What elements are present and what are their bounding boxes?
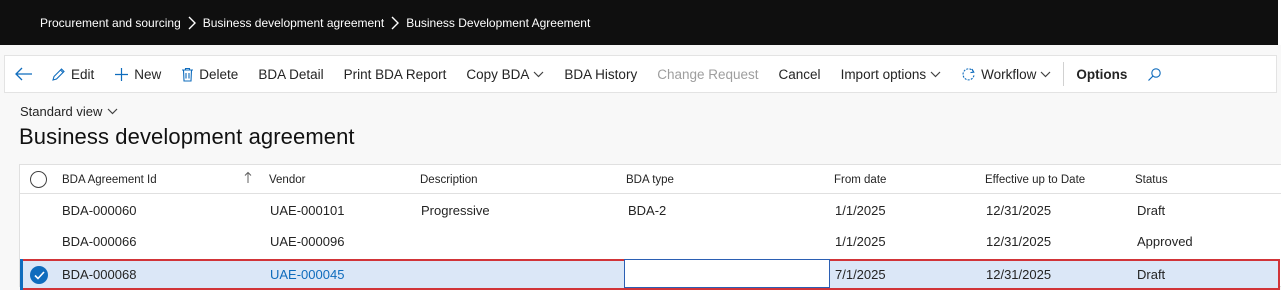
print-bda-report-button[interactable]: Print BDA Report: [334, 56, 457, 92]
cell-vendor-link[interactable]: UAE-000045: [270, 267, 344, 282]
view-label: Standard view: [20, 104, 103, 119]
column-header-vendor[interactable]: Vendor: [269, 174, 305, 186]
search-icon: [1147, 67, 1162, 82]
column-header-from-date[interactable]: From date: [834, 174, 886, 186]
view-selector[interactable]: Standard view: [20, 104, 118, 119]
cell-effective-date: 12/31/2025: [986, 234, 1052, 249]
chevron-down-icon: [533, 71, 544, 78]
bda-grid: BDA Agreement Id Vendor Description BDA …: [19, 164, 1281, 290]
table-row-selected[interactable]: BDA-000068 UAE-000045 7/1/2025 12/31/202…: [20, 259, 1280, 290]
delete-label: Delete: [199, 66, 239, 82]
trash-icon: [181, 67, 194, 82]
edit-button[interactable]: Edit: [41, 56, 104, 92]
cell-id: BDA-000066: [62, 234, 137, 249]
copy-bda-menu[interactable]: Copy BDA: [456, 56, 554, 92]
pencil-icon: [51, 67, 66, 82]
grid-header: BDA Agreement Id Vendor Description BDA …: [20, 165, 1281, 194]
cell-status: Draft: [1137, 203, 1166, 218]
chevron-right-icon: [384, 15, 406, 30]
new-button[interactable]: New: [104, 56, 171, 92]
cell-vendor: UAE-000101: [270, 203, 345, 218]
breadcrumb-bda-list[interactable]: Business development agreement: [203, 16, 384, 30]
cell-status: Draft: [1137, 267, 1166, 282]
arrow-left-icon: [15, 67, 33, 81]
workflow-label: Workflow: [981, 66, 1037, 82]
bda-history-button[interactable]: BDA History: [554, 56, 647, 92]
change-request-button[interactable]: Change Request: [647, 56, 768, 92]
toolbar-divider: [1063, 62, 1065, 86]
search-button[interactable]: [1137, 56, 1177, 92]
cell-description: Progressive: [421, 203, 490, 218]
cell-id: BDA-000068: [62, 267, 137, 282]
action-pane: Edit New Delete BDA Detail Print BDA Rep…: [4, 55, 1277, 93]
bda-detail-button[interactable]: BDA Detail: [248, 56, 333, 92]
cell-effective-date: 12/31/2025: [986, 267, 1052, 282]
breadcrumb-current[interactable]: Business Development Agreement: [406, 16, 590, 30]
cell-vendor: UAE-000096: [270, 234, 345, 249]
cell-effective-date: 12/31/2025: [986, 203, 1052, 218]
sort-ascending-icon: [244, 171, 252, 187]
back-button[interactable]: [5, 56, 41, 92]
breadcrumb-procurement[interactable]: Procurement and sourcing: [40, 16, 181, 30]
bda-type-input[interactable]: [624, 259, 830, 288]
cell-id: BDA-000060: [62, 203, 137, 218]
checkmark-icon[interactable]: [30, 266, 48, 284]
table-row[interactable]: BDA-000066 UAE-000096 1/1/2025 12/31/202…: [20, 226, 1281, 257]
column-header-status[interactable]: Status: [1135, 174, 1168, 186]
import-options-label: Import options: [840, 66, 927, 82]
column-header-bda-type[interactable]: BDA type: [626, 174, 674, 186]
edit-label: Edit: [71, 66, 95, 82]
cell-from-date: 1/1/2025: [835, 203, 886, 218]
top-navigation-bar: Procurement and sourcing Business develo…: [0, 0, 1281, 45]
chevron-down-icon: [107, 108, 118, 115]
select-all-radio[interactable]: [30, 171, 47, 188]
cell-from-date: 7/1/2025: [835, 267, 886, 282]
workflow-menu[interactable]: Workflow: [951, 56, 1061, 92]
page-title: Business development agreement: [19, 124, 355, 149]
delete-button[interactable]: Delete: [171, 56, 248, 92]
cell-status: Approved: [1137, 234, 1193, 249]
table-row[interactable]: BDA-000060 UAE-000101 Progressive BDA-2 …: [20, 195, 1281, 226]
column-header-effective-date[interactable]: Effective up to Date: [985, 174, 1085, 186]
import-options-menu[interactable]: Import options: [831, 56, 952, 92]
selection-indicator: [20, 259, 23, 290]
column-header-id[interactable]: BDA Agreement Id: [62, 174, 157, 186]
cell-from-date: 1/1/2025: [835, 234, 886, 249]
plus-icon: [114, 67, 129, 82]
chevron-right-icon: [181, 15, 203, 30]
chevron-down-icon: [1040, 71, 1051, 78]
copy-bda-label: Copy BDA: [466, 66, 530, 82]
chevron-down-icon: [930, 71, 941, 78]
cell-bda-type: BDA-2: [628, 203, 667, 218]
column-header-description[interactable]: Description: [420, 174, 478, 186]
workflow-cycle-icon: [961, 67, 976, 82]
cancel-button[interactable]: Cancel: [769, 56, 831, 92]
new-label: New: [134, 66, 162, 82]
options-tab[interactable]: Options: [1066, 56, 1137, 92]
